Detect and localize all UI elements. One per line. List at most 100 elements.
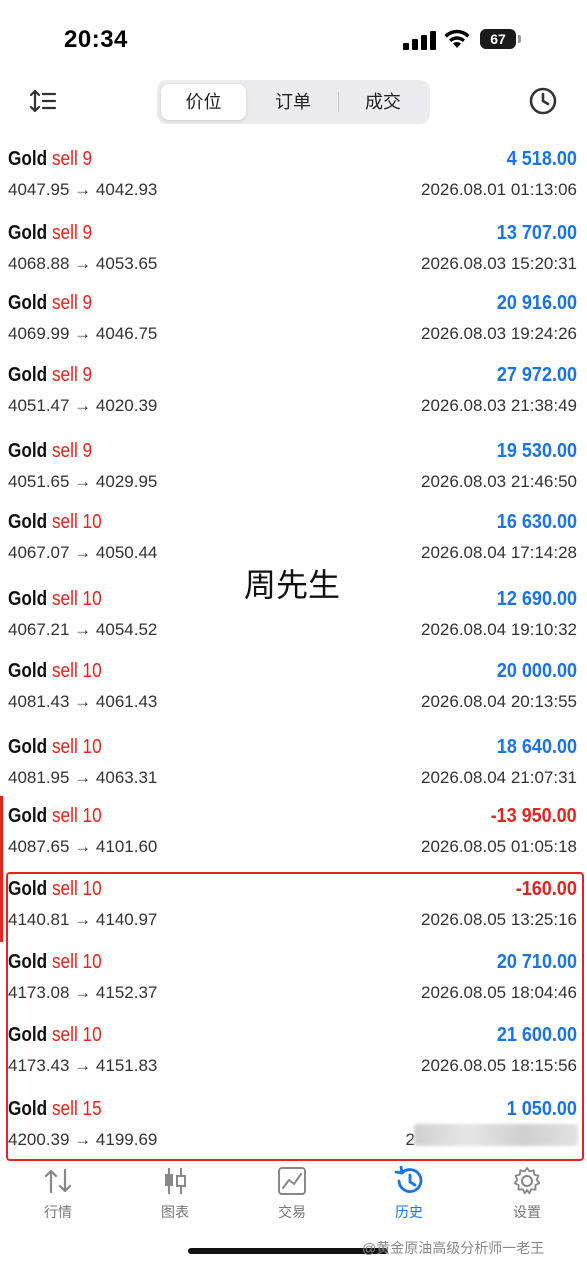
close-time: 2026.08.05 13:25:16 [421,910,577,929]
tab-deals[interactable]: 成交 [340,84,426,120]
close-price: 4063.31 [95,768,158,787]
side: sell [51,878,78,900]
tab-trade[interactable]: 交易 [252,1166,332,1222]
tab-label: 行情 [44,1204,72,1220]
trade-title: Gold sell 9 [8,440,92,463]
trade-row[interactable]: Gold sell 9 4051.47 → 4020.39 27 972.00 202… [0,356,587,426]
open-price: 4067.21 [8,620,70,639]
tab-quotes[interactable]: 行情 [18,1166,98,1222]
trade-title: Gold sell 9 [8,364,92,387]
close-time: 2026.08.01 01:13:06 [421,180,577,199]
side: sell [51,805,78,827]
trade-row[interactable]: Gold sell 10 4173.43 → 4151.83 21 600.00 20… [0,1016,587,1086]
symbol: Gold [8,364,48,386]
side: sell [51,1024,78,1046]
trade-row[interactable]: Gold sell 9 4051.65 → 4029.95 19 530.00 202… [0,432,587,502]
price-range: 4069.99 → 4046.75 [8,324,157,344]
trade-title: Gold sell 10 [8,878,102,901]
trade-row[interactable]: Gold sell 9 4047.95 → 4042.93 4 518.00 2026… [0,140,587,210]
tab-charts[interactable]: 图表 [135,1166,215,1222]
open-price: 4069.99 [8,324,70,343]
open-price: 4087.65 [8,837,70,856]
volume: 10 [82,805,102,827]
symbol: Gold [8,878,48,900]
symbol: Gold [8,588,48,610]
trade-title: Gold sell 10 [8,588,102,611]
symbol: Gold [8,951,48,973]
volume: 15 [82,1098,102,1120]
close-time: 2026.08.04 20:13:55 [421,692,577,711]
home-indicator[interactable] [188,1248,388,1254]
trade-title: Gold sell 9 [8,148,92,171]
symbol: Gold [8,440,48,462]
close-time: 2026.08.03 21:38:49 [421,396,577,415]
tab-history[interactable]: 历史 [369,1166,449,1222]
profit-value: 16 630.00 [496,511,577,533]
close-time: 2026.08.04 19:10:32 [421,620,577,639]
volume: 10 [82,951,102,973]
arrow-right-icon: → [69,768,96,787]
trade-row[interactable]: Gold sell 10 4140.81 → 4140.97 -160.00 2026… [0,870,587,940]
trade-row[interactable]: Gold sell 9 4068.88 → 4053.65 13 707.00 202… [0,214,587,284]
tab-label: 设置 [513,1204,541,1220]
signal-icon [403,30,437,50]
open-price: 4173.43 [8,1056,70,1075]
side: sell [51,588,78,610]
segment-divider [338,92,339,112]
segmented-control: 价位 订单 成交 [157,80,430,124]
volume: 10 [82,660,102,682]
close-price: 4046.75 [95,324,158,343]
open-price: 4081.43 [8,692,70,711]
tab-orders[interactable]: 订单 [249,84,337,120]
clock-icon[interactable] [528,86,558,116]
side: sell [51,660,78,682]
tab-label: 历史 [395,1204,423,1220]
symbol: Gold [8,222,48,244]
wifi-icon [444,29,470,48]
arrow-right-icon: → [69,1056,96,1075]
close-price: 4054.52 [95,620,158,639]
side: sell [51,292,78,314]
price-range: 4051.65 → 4029.95 [8,472,157,492]
trade-row[interactable]: Gold sell 10 4087.65 → 4101.60 -13 950.00 2… [0,797,587,867]
arrow-right-icon: → [69,543,96,562]
profit-value: 13 707.00 [496,222,577,244]
price-range: 4200.39 → 4199.69 [8,1130,157,1150]
close-time: 2026.08.04 21:07:31 [421,768,577,787]
sort-icon[interactable] [28,88,58,114]
price-range: 4081.43 → 4061.43 [8,692,157,712]
open-price: 4051.65 [8,472,70,491]
symbol: Gold [8,292,48,314]
volume: 10 [82,511,102,533]
trade-row[interactable]: Gold sell 10 4081.43 → 4061.43 20 000.00 20… [0,652,587,722]
profit-value: 18 640.00 [496,736,577,758]
trade-row[interactable]: Gold sell 10 4081.95 → 4063.31 18 640.00 20… [0,728,587,798]
open-price: 4200.39 [8,1130,70,1149]
volume: 9 [82,440,93,462]
profit-value: 20 916.00 [496,292,577,314]
tab-label: 图表 [161,1204,189,1220]
close-price: 4152.37 [95,983,158,1002]
price-range: 4067.07 → 4050.44 [8,543,157,563]
close-time: 2026.08.03 19:24:26 [421,324,577,343]
profit-value: 19 530.00 [496,440,577,462]
open-price: 4051.47 [8,396,70,415]
close-time: 2026.08.03 21:46:50 [421,472,577,491]
profit-value: 12 690.00 [496,588,577,610]
status-time: 20:34 [64,26,128,53]
arrow-right-icon: → [69,396,96,415]
tab-price[interactable]: 价位 [161,84,246,120]
side: sell [51,951,78,973]
arrow-right-icon: → [69,254,96,273]
trade-row[interactable]: Gold sell 9 4069.99 → 4046.75 20 916.00 202… [0,284,587,354]
volume: 9 [82,148,93,170]
trade-title: Gold sell 15 [8,1098,102,1121]
trade-row[interactable]: Gold sell 10 4173.08 → 4152.37 20 710.00 20… [0,943,587,1013]
close-time: 2026.08.04 17:14:28 [421,543,577,562]
close-time: 2026.08.05 01:05:18 [421,837,577,856]
arrow-right-icon: → [69,983,96,1002]
arrow-right-icon: → [69,620,96,639]
arrow-right-icon: → [69,837,96,856]
profit-value: 21 600.00 [496,1024,577,1046]
tab-settings[interactable]: 设置 [487,1166,567,1222]
